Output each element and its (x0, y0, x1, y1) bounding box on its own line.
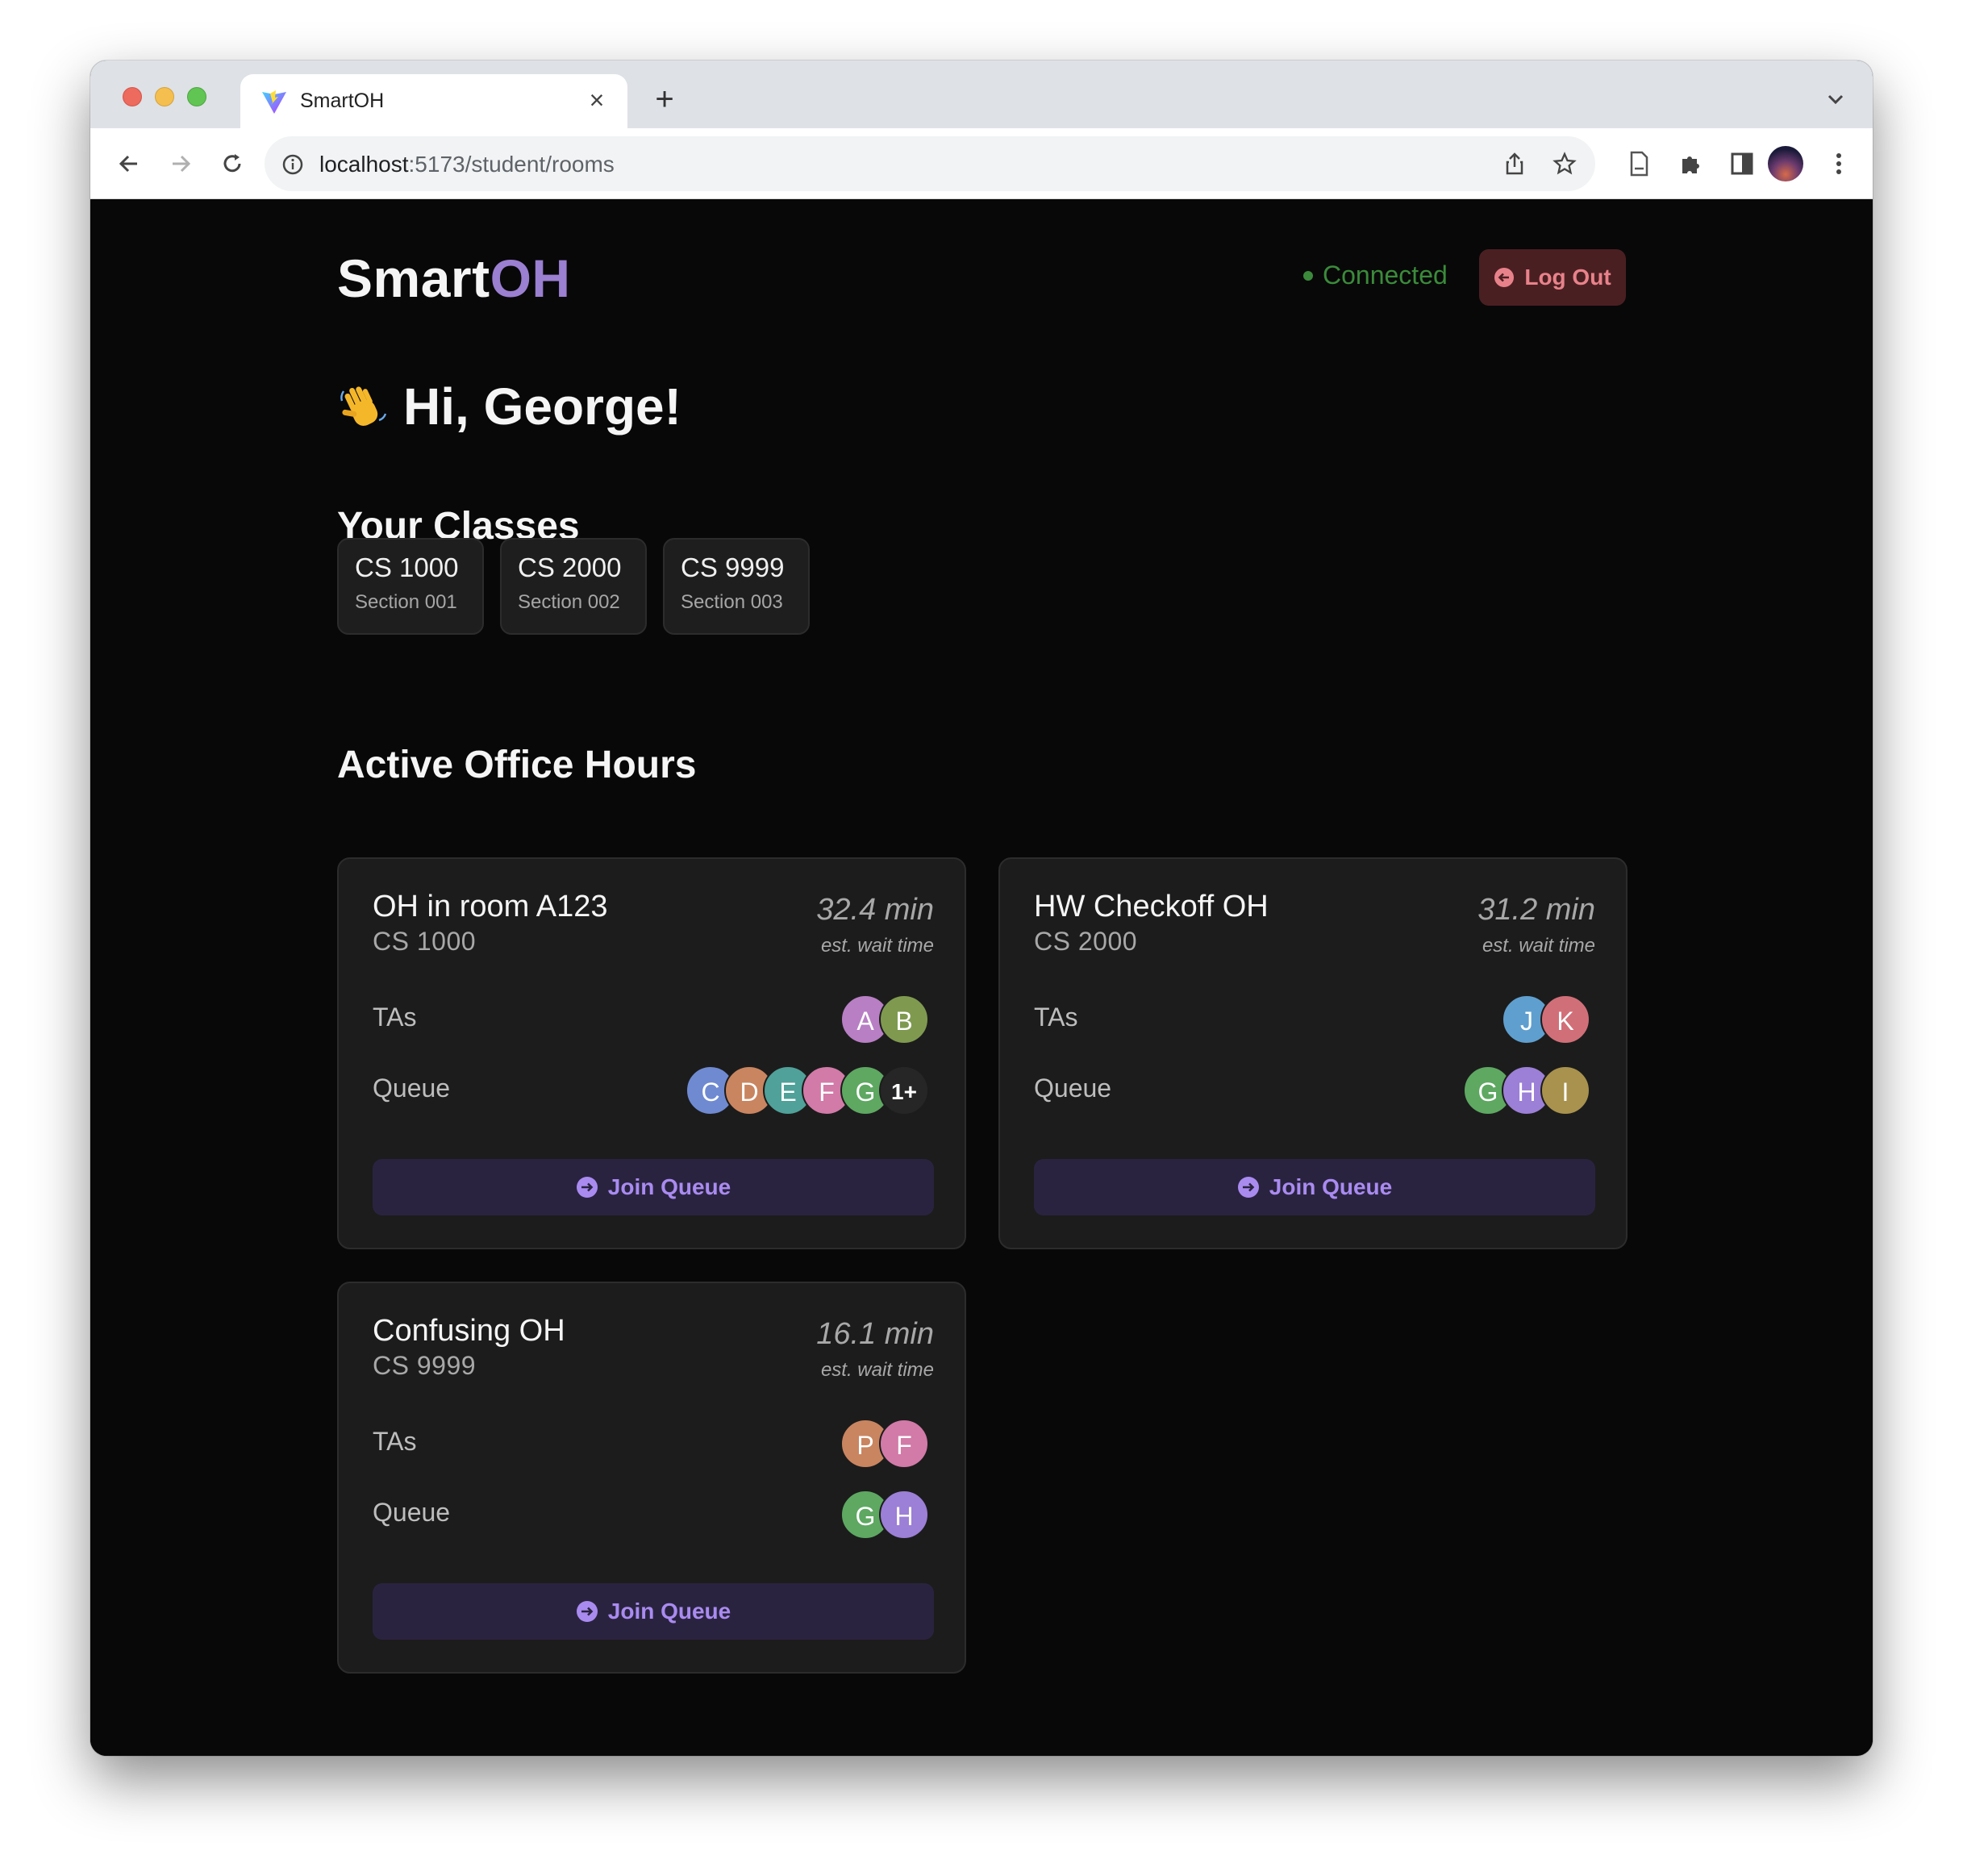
close-tab-icon[interactable]: × (582, 85, 611, 115)
queue-avatar: H (879, 1490, 929, 1540)
vite-logo-icon (262, 90, 286, 114)
join-queue-label: Join Queue (607, 1174, 731, 1199)
class-section: Section 002 (518, 591, 620, 613)
class-section: Section 003 (681, 591, 783, 613)
wait-time-label: est. wait time (820, 935, 934, 957)
page-content: SmartOH Connected Log Out Hi, George! Yo… (90, 199, 1873, 1756)
status-dot-icon (1303, 270, 1313, 281)
waving-hand-icon (340, 386, 387, 426)
join-queue-label: Join Queue (1269, 1174, 1393, 1199)
tas-label: TAs (1034, 1003, 1078, 1032)
oh-course: CS 1000 (373, 927, 477, 956)
wait-time-value: 32.4 min (816, 893, 934, 927)
close-window-button[interactable] (123, 87, 142, 106)
office-hours-card: HW Checkoff OH CS 2000 31.2 min est. wai… (998, 857, 1627, 1249)
wait-time-label: est. wait time (1482, 935, 1595, 957)
oh-title: OH in room A123 (373, 890, 608, 923)
oh-course: CS 9999 (373, 1351, 477, 1380)
class-list: CS 1000 Section 001 CS 2000 Section 002 … (337, 538, 810, 635)
bookmark-star-icon[interactable] (1552, 151, 1577, 177)
join-queue-button[interactable]: Join Queue (373, 1583, 934, 1640)
side-panel-icon[interactable] (1728, 149, 1757, 178)
class-chip[interactable]: CS 1000 Section 001 (337, 538, 484, 635)
reload-button[interactable] (215, 146, 250, 181)
queue-label: Queue (373, 1073, 451, 1103)
wait-time-value: 31.2 min (1477, 893, 1595, 927)
tas-label: TAs (373, 1427, 417, 1456)
ta-avatars: A B (840, 994, 929, 1044)
queue-label: Queue (373, 1498, 451, 1527)
queue-avatar: I (1540, 1065, 1590, 1115)
join-queue-button[interactable]: Join Queue (1034, 1159, 1595, 1215)
class-chip[interactable]: CS 9999 Section 003 (663, 538, 810, 635)
class-section: Section 001 (355, 591, 457, 613)
ta-avatar: B (879, 994, 929, 1044)
logo-accent-text: OH (490, 248, 571, 308)
logo-main-text: Smart (337, 248, 490, 308)
ta-avatar: K (1540, 994, 1590, 1044)
greeting-text: Hi, George! (403, 377, 681, 436)
arrow-right-circle-icon (576, 1177, 598, 1198)
arrow-right-circle-icon (1237, 1177, 1259, 1198)
url-text: localhost:5173/student/rooms (319, 152, 615, 177)
oh-title: HW Checkoff OH (1034, 890, 1269, 923)
status-text: Connected (1323, 261, 1448, 290)
minimize-window-button[interactable] (155, 87, 174, 106)
tab-title: SmartOH (300, 90, 385, 112)
back-button[interactable] (111, 146, 147, 181)
logout-label: Log Out (1524, 265, 1611, 290)
arrow-right-icon (173, 155, 191, 173)
share-icon[interactable] (1502, 151, 1527, 177)
queue-avatars: G H I (1463, 1065, 1590, 1115)
ta-avatars: P F (840, 1419, 929, 1469)
maximize-window-button[interactable] (187, 87, 206, 106)
logout-button[interactable]: Log Out (1479, 249, 1626, 306)
oh-title: Confusing OH (373, 1314, 565, 1348)
office-hours-card: Confusing OH CS 9999 16.1 min est. wait … (337, 1282, 966, 1674)
join-queue-label: Join Queue (607, 1599, 731, 1624)
class-chip[interactable]: CS 2000 Section 002 (500, 538, 647, 635)
extensions-icon[interactable] (1676, 149, 1705, 178)
new-tab-button[interactable]: + (647, 81, 682, 117)
greeting-heading: Hi, George! (337, 377, 681, 436)
class-name: CS 2000 (518, 552, 622, 582)
browser-window: SmartOH × + localhost:5173/student/rooms… (90, 60, 1873, 1756)
office-hours-card: OH in room A123 CS 1000 32.4 min est. wa… (337, 857, 966, 1249)
url-host: localhost (319, 152, 409, 177)
address-bar[interactable]: localhost:5173/student/rooms (265, 136, 1595, 191)
class-name: CS 9999 (681, 552, 785, 582)
wait-time-label: est. wait time (820, 1359, 934, 1381)
info-icon[interactable] (281, 152, 305, 177)
queue-more-badge: 1+ (879, 1065, 929, 1115)
more-menu-icon[interactable] (1824, 149, 1853, 178)
join-queue-button[interactable]: Join Queue (373, 1159, 934, 1215)
profile-avatar[interactable] (1768, 146, 1803, 181)
tab-strip: SmartOH × + (90, 60, 1873, 128)
reading-list-icon[interactable] (1624, 149, 1653, 178)
app-logo[interactable]: SmartOH (337, 248, 571, 309)
tas-label: TAs (373, 1003, 417, 1032)
class-name: CS 1000 (355, 552, 459, 582)
connection-status: Connected (1303, 261, 1448, 290)
queue-avatars: C D E F G 1+ (686, 1065, 929, 1115)
queue-label: Queue (1034, 1073, 1112, 1103)
browser-toolbar: localhost:5173/student/rooms (90, 128, 1873, 199)
queue-avatars: G H (840, 1490, 929, 1540)
forward-button[interactable] (163, 146, 198, 181)
arrow-right-circle-icon (576, 1601, 598, 1622)
chevron-down-icon[interactable] (1821, 85, 1850, 114)
url-path: :5173/student/rooms (408, 152, 615, 177)
active-office-hours-title: Active Office Hours (337, 744, 697, 786)
wait-time-value: 16.1 min (816, 1317, 934, 1351)
ta-avatar: F (879, 1419, 929, 1469)
browser-tab[interactable]: SmartOH × (240, 74, 627, 128)
reload-icon (223, 154, 241, 173)
ta-avatars: J K (1502, 994, 1590, 1044)
arrow-left-circle-icon (1494, 268, 1515, 287)
oh-course: CS 2000 (1034, 927, 1138, 956)
arrow-left-icon (119, 155, 137, 173)
